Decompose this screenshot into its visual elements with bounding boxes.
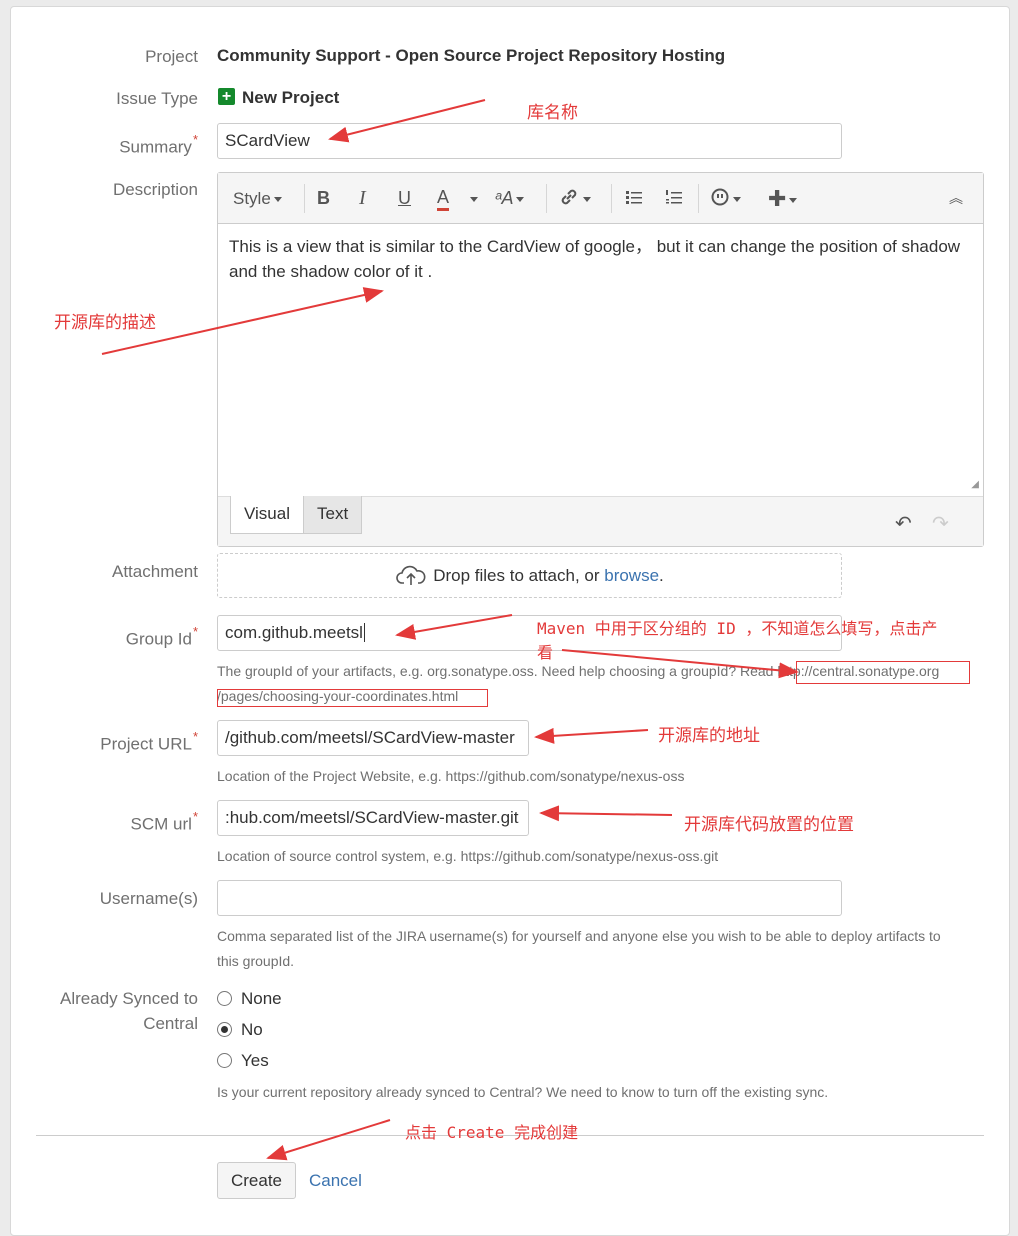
- cloud-upload-icon: [396, 565, 426, 585]
- numbered-list-button[interactable]: [664, 186, 684, 211]
- bullet-list-icon: [626, 191, 642, 204]
- usernames-help: Comma separated list of the JIRA usernam…: [217, 928, 941, 944]
- toolbar-divider: [304, 184, 305, 213]
- chevron-down-icon: [516, 196, 525, 202]
- italic-button[interactable]: I: [359, 186, 366, 211]
- browse-link[interactable]: browse: [604, 566, 659, 585]
- annotation-group-id-cont: 看: [537, 643, 554, 662]
- radio-label: Yes: [241, 1051, 269, 1070]
- annotation-create: 点击 Create 完成创建: [405, 1123, 579, 1142]
- font-size-dropdown[interactable]: ᵃA: [495, 186, 525, 211]
- radio-label: None: [241, 989, 282, 1008]
- plus-square-icon: +: [218, 88, 235, 105]
- editor-mode-bar: Visual Text ↶ ↷: [218, 496, 983, 546]
- chevron-down-icon: [583, 196, 591, 202]
- description-textarea[interactable]: This is a view that is similar to the Ca…: [218, 224, 983, 496]
- dropzone-suffix: .: [659, 566, 664, 585]
- scm-url-help: Location of source control system, e.g. …: [217, 848, 719, 864]
- tab-text[interactable]: Text: [303, 496, 363, 534]
- insert-more-dropdown[interactable]: ✚: [768, 186, 798, 211]
- project-url-input[interactable]: /github.com/meetsl/SCardView-master: [217, 720, 529, 756]
- radio-circle[interactable]: [217, 1053, 232, 1068]
- required-mark: *: [192, 809, 198, 824]
- radio-label: No: [241, 1020, 263, 1039]
- synced-label: Already Synced to: [60, 989, 198, 1008]
- editor-toolbar: Style B I U A ᵃA ✚ ︽: [218, 173, 983, 224]
- group-id-label: Group Id*: [125, 624, 198, 649]
- bold-button[interactable]: B: [317, 186, 330, 211]
- annotation-scm-url: 开源库代码放置的位置: [684, 815, 854, 835]
- annotation-summary: 库名称: [527, 103, 578, 123]
- scm-url-input[interactable]: :hub.com/meetsl/SCardView-master.git: [217, 800, 529, 836]
- undo-icon[interactable]: ↶: [895, 511, 912, 536]
- usernames-label: Username(s): [99, 889, 198, 908]
- project-label: Project: [145, 47, 198, 66]
- required-mark: *: [192, 729, 198, 744]
- bullet-list-button[interactable]: [624, 186, 644, 211]
- radio-circle[interactable]: [217, 1022, 232, 1037]
- chevron-down-icon: [733, 196, 741, 202]
- emoticon-icon: [711, 188, 729, 206]
- link-icon: [561, 189, 577, 205]
- plus-icon: ✚: [768, 186, 787, 211]
- tab-visual[interactable]: Visual: [230, 496, 304, 534]
- synced-label: Central: [143, 1014, 198, 1033]
- underline-button[interactable]: U: [398, 186, 411, 211]
- attachment-label: Attachment: [112, 562, 198, 581]
- annotation-description: 开源库的描述: [54, 313, 156, 333]
- collapse-toolbar-icon[interactable]: ︽: [949, 186, 963, 211]
- toolbar-divider: [546, 184, 547, 213]
- project-url-label: Project URL*: [100, 729, 198, 754]
- project-url-help: Location of the Project Website, e.g. ht…: [217, 768, 685, 784]
- required-mark: *: [192, 624, 198, 639]
- required-mark: *: [192, 132, 198, 147]
- chevron-down-icon: [273, 197, 282, 203]
- description-editor: Style B I U A ᵃA ✚ ︽ This is a view that…: [217, 172, 984, 547]
- highlight-box: [217, 689, 488, 707]
- summary-label: Summary*: [119, 132, 198, 157]
- text-color-button[interactable]: A: [437, 186, 450, 211]
- radio-yes[interactable]: Yes: [217, 1048, 269, 1073]
- usernames-help: this groupId.: [217, 953, 295, 969]
- toolbar-divider: [698, 184, 699, 213]
- numbered-list-icon: [666, 190, 682, 204]
- radio-no[interactable]: No: [217, 1017, 263, 1042]
- description-label: Description: [112, 180, 198, 199]
- redo-icon: ↷: [932, 513, 949, 535]
- text-color-dropdown[interactable]: [467, 186, 478, 211]
- attachment-dropzone[interactable]: Drop files to attach, or browse.: [217, 553, 842, 598]
- usernames-input[interactable]: [217, 880, 842, 916]
- emoticon-dropdown[interactable]: [710, 186, 741, 211]
- issue-type-value: New Project: [242, 88, 340, 107]
- cancel-link[interactable]: Cancel: [309, 1170, 362, 1192]
- link-dropdown[interactable]: [558, 186, 591, 211]
- summary-input[interactable]: SCardView: [217, 123, 842, 159]
- chevron-down-icon: [789, 197, 798, 203]
- dropzone-text: Drop files to attach, or: [433, 566, 605, 585]
- project-value: Community Support - Open Source Project …: [217, 46, 726, 65]
- highlight-box: [796, 661, 970, 684]
- resize-handle-icon[interactable]: ◢: [971, 479, 979, 490]
- radio-none[interactable]: None: [217, 986, 282, 1011]
- radio-circle[interactable]: [217, 991, 232, 1006]
- scm-url-label: SCM url*: [130, 809, 198, 834]
- chevron-down-icon: [470, 196, 478, 202]
- style-dropdown[interactable]: Style: [233, 186, 282, 211]
- annotation-project-url: 开源库的地址: [658, 726, 760, 746]
- toolbar-divider: [611, 184, 612, 213]
- issue-type-label: Issue Type: [116, 89, 198, 108]
- annotation-group-id: Maven 中用于区分组的 ID ，不知道怎么填写，点击产: [537, 619, 938, 638]
- synced-help: Is your current repository already synce…: [217, 1084, 829, 1100]
- create-button[interactable]: Create: [217, 1162, 296, 1199]
